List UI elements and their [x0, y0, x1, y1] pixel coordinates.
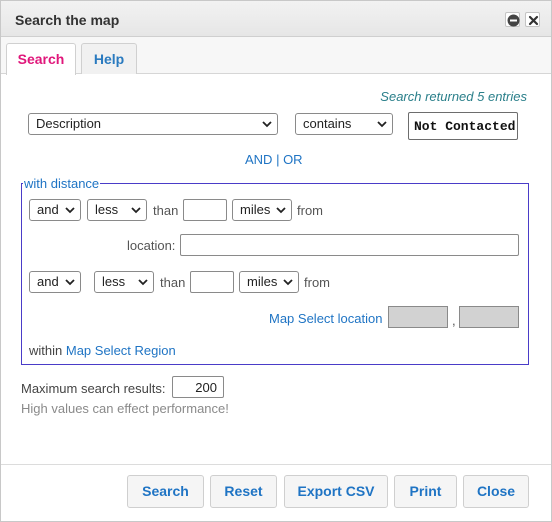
- distance-value-input-2[interactable]: [190, 271, 234, 293]
- close-icon: [528, 15, 539, 26]
- distance-unit-select-2[interactable]: miles: [239, 271, 299, 293]
- tab-search[interactable]: Search: [6, 43, 76, 75]
- and-link[interactable]: AND: [245, 152, 272, 167]
- or-link[interactable]: OR: [283, 152, 303, 167]
- than-label-1: than: [153, 203, 179, 218]
- distance-conj-select-2[interactable]: and: [29, 271, 81, 293]
- distance-comparator-value-1: less: [95, 202, 119, 217]
- dialog-title: Search the map: [15, 12, 120, 28]
- distance-unit-value-1: miles: [240, 202, 271, 217]
- logic-separator: |: [272, 152, 284, 167]
- performance-note: High values can effect performance!: [21, 401, 229, 416]
- than-label-2: than: [160, 275, 186, 290]
- latitude-input[interactable]: [388, 306, 448, 328]
- max-results-label: Maximum search results:: [21, 381, 166, 396]
- longitude-input[interactable]: [459, 306, 519, 328]
- location-label: location:: [127, 238, 176, 253]
- from-label-2: from: [304, 275, 330, 290]
- field-select-value: Description: [36, 116, 102, 131]
- distance-conj-select-1[interactable]: and: [29, 199, 81, 221]
- chevron-down-icon: [377, 121, 387, 128]
- close-window-button[interactable]: [525, 12, 540, 27]
- criteria-value-input[interactable]: Not Contacted: [408, 112, 518, 140]
- distance-conj-value-2: and: [37, 274, 59, 289]
- logic-toggle: AND | OR: [245, 152, 303, 167]
- chevron-down-icon: [65, 207, 75, 214]
- coord-separator: ,: [452, 313, 456, 328]
- map-select-location-link[interactable]: Map Select location: [269, 311, 382, 326]
- minimize-icon: [507, 14, 520, 27]
- search-status-text: Search returned 5 entries: [380, 89, 527, 104]
- reset-button[interactable]: Reset: [210, 475, 277, 508]
- operator-select[interactable]: contains: [295, 113, 393, 135]
- distance-legend: with distance: [23, 176, 101, 191]
- chevron-down-icon: [262, 121, 272, 128]
- distance-comparator-value-2: less: [102, 274, 126, 289]
- distance-value-input-1[interactable]: [183, 199, 227, 221]
- close-button[interactable]: Close: [463, 475, 529, 508]
- within-row: within Map Select Region: [29, 343, 176, 358]
- max-results-input[interactable]: 200: [172, 376, 224, 398]
- field-select[interactable]: Description: [28, 113, 278, 135]
- title-bar[interactable]: Search the map: [1, 1, 551, 37]
- distance-unit-select-1[interactable]: miles: [232, 199, 292, 221]
- distance-conj-value-1: and: [37, 202, 59, 217]
- operator-select-value: contains: [303, 116, 352, 131]
- map-select-region-link[interactable]: Map Select Region: [66, 343, 176, 358]
- distance-unit-value-2: miles: [247, 274, 278, 289]
- search-map-dialog: Search the map Search Help Search return…: [0, 0, 552, 522]
- within-label: within: [29, 343, 63, 358]
- print-button[interactable]: Print: [394, 475, 457, 508]
- chevron-down-icon: [131, 207, 141, 214]
- location-input[interactable]: [180, 234, 519, 256]
- from-label-1: from: [297, 203, 323, 218]
- chevron-down-icon: [138, 279, 148, 286]
- distance-comparator-select-1[interactable]: less: [87, 199, 147, 221]
- distance-comparator-select-2[interactable]: less: [94, 271, 154, 293]
- chevron-down-icon: [283, 279, 293, 286]
- chevron-down-icon: [65, 279, 75, 286]
- minimize-button[interactable]: [505, 12, 520, 27]
- tab-help[interactable]: Help: [81, 43, 137, 74]
- chevron-down-icon: [276, 207, 286, 214]
- export-csv-button[interactable]: Export CSV: [284, 475, 388, 508]
- search-button[interactable]: Search: [127, 475, 204, 508]
- footer-divider: [1, 464, 551, 465]
